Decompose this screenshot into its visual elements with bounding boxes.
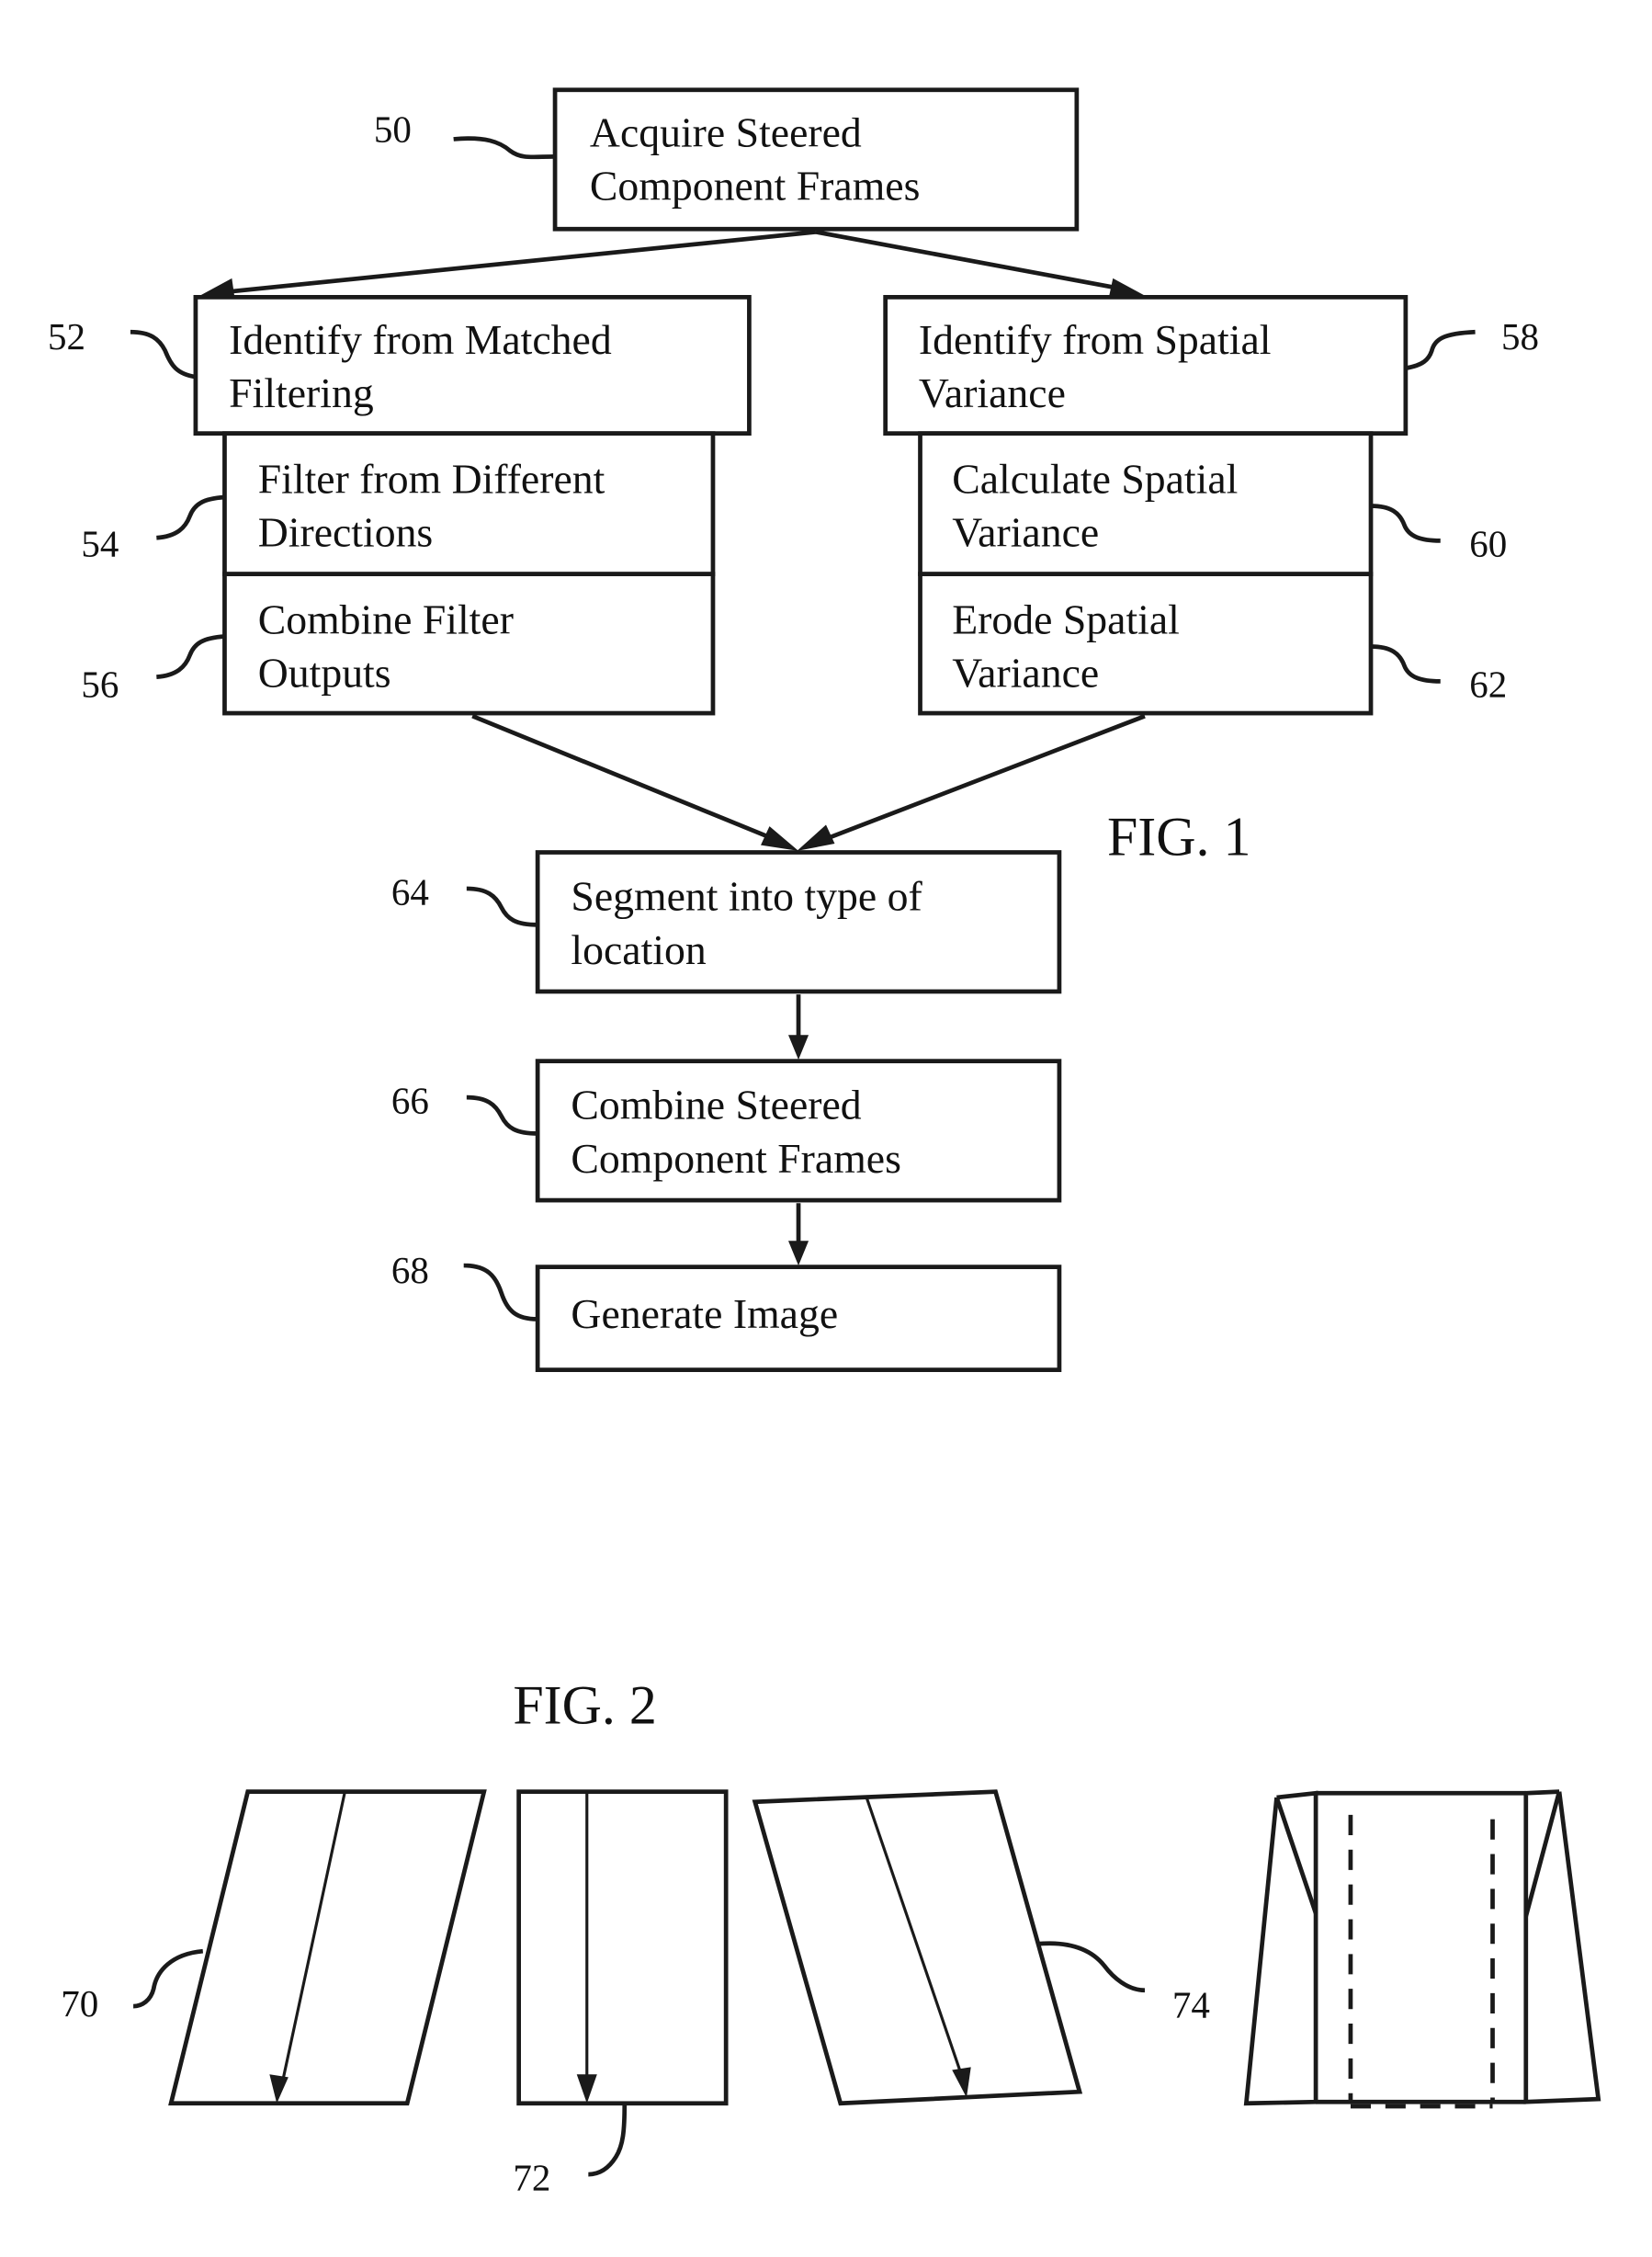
step-68-generate-image: Generate Image 68 (391, 1249, 1062, 1373)
reference-numeral: 74 (1172, 1984, 1210, 2026)
leader-line (466, 886, 538, 927)
frame-outline (168, 1789, 487, 2106)
leader-line (588, 2103, 628, 2177)
step-66-combine-steered-frames: Combine Steered Component Frames 66 (391, 1059, 1062, 1203)
reference-numeral: 54 (81, 523, 119, 565)
arrow-66-to-68 (787, 1203, 809, 1266)
leader-line (156, 634, 225, 680)
arrow-62-to-64 (797, 714, 1146, 851)
steered-frame-70: 70 (61, 1789, 487, 2106)
step-50-acquire-frames: Acquire Steered Component Frames 50 (374, 87, 1080, 232)
step-text-line: Identify from Matched (229, 316, 612, 363)
right-diagonal (1523, 1791, 1562, 1917)
arrow-50-to-52 (197, 230, 817, 299)
leader-line (463, 1263, 538, 1321)
leader-line (466, 1094, 538, 1136)
reference-numeral: 50 (374, 108, 412, 151)
step-56-combine-filter-outputs: Combine Filter Outputs 56 (81, 572, 716, 716)
compound-overlap-frames (1243, 1789, 1601, 2109)
step-text-line: Erode Spatial (952, 595, 1180, 642)
arrow-50-to-58 (815, 230, 1148, 299)
step-62-erode-spatial-variance: Erode Spatial Variance 62 (918, 572, 1507, 716)
leader-line (130, 329, 197, 380)
arrowhead (761, 826, 799, 851)
step-text-line: Filter from Different (258, 455, 605, 502)
step-text-line: Component Frames (590, 163, 920, 210)
step-text-line: Variance (952, 650, 1099, 697)
step-text-line: Identify from Spatial (919, 316, 1272, 363)
steered-frame-74: 74 (752, 1789, 1210, 2106)
step-text-line: location (571, 926, 706, 973)
leader-line (1405, 329, 1476, 370)
reference-numeral: 60 (1469, 523, 1507, 565)
reference-numeral: 62 (1469, 663, 1507, 706)
leader-line (453, 136, 556, 160)
arrow-56-to-64 (471, 714, 799, 851)
step-text-line: Segment into type of (571, 873, 922, 920)
figure-1-label: FIG. 1 (1107, 807, 1250, 868)
step-text-line: Outputs (258, 650, 391, 697)
leader-line (1037, 1941, 1146, 1993)
left-diagonal (1274, 1797, 1318, 1914)
step-text-line: Combine Filter (258, 595, 514, 642)
step-58-identify-spatial-variance: Identify from Spatial Variance 58 (883, 294, 1539, 437)
figure-1: Acquire Steered Component Frames 50 Iden… (48, 87, 1539, 1373)
leader-line (156, 494, 225, 540)
step-text-line: Filtering (229, 369, 374, 416)
step-text-line: Component Frames (571, 1135, 900, 1182)
step-text-line: Combine Steered (571, 1082, 861, 1128)
steered-frame-72: 72 (513, 1789, 729, 2198)
step-60-calculate-spatial-variance: Calculate Spatial Variance 60 (918, 431, 1507, 577)
step-text-line: Acquire Steered (590, 108, 862, 155)
frame-outline (516, 1789, 729, 2106)
reference-numeral: 58 (1501, 315, 1539, 357)
step-54-filter-directions: Filter from Different Directions 54 (81, 431, 716, 577)
left-steered-outline (1243, 1790, 1318, 2106)
step-text-line: Generate Image (571, 1290, 838, 1337)
step-64-segment-location: Segment into type of location 64 (391, 850, 1062, 994)
arrowhead (787, 1035, 809, 1060)
step-text-line: Variance (952, 509, 1099, 556)
leader-line (132, 1948, 204, 2009)
reference-numeral: 72 (513, 2156, 550, 2198)
leader-line (1370, 644, 1441, 684)
arrowhead (797, 824, 835, 851)
figure-2-label: FIG. 2 (513, 1675, 656, 1736)
leader-line (1370, 504, 1441, 543)
patent-drawing: Acquire Steered Component Frames 50 Iden… (48, 87, 1601, 2198)
step-text-line: Directions (258, 509, 434, 556)
arrowhead (787, 1241, 809, 1266)
reference-numeral: 56 (81, 663, 119, 706)
step-text-line: Calculate Spatial (952, 455, 1238, 502)
reference-numeral: 64 (391, 870, 429, 913)
reference-numeral: 70 (61, 1982, 98, 2024)
figure-2: FIG. 2 70 72 74 (61, 1675, 1601, 2198)
arrow-64-to-66 (787, 994, 809, 1060)
right-steered-outline (1523, 1789, 1601, 2104)
step-52-identify-matched-filtering: Identify from Matched Filtering 52 (48, 294, 752, 437)
reference-numeral: 68 (391, 1249, 429, 1291)
reference-numeral: 52 (48, 315, 85, 357)
reference-numeral: 66 (391, 1079, 429, 1121)
step-text-line: Variance (919, 369, 1066, 416)
